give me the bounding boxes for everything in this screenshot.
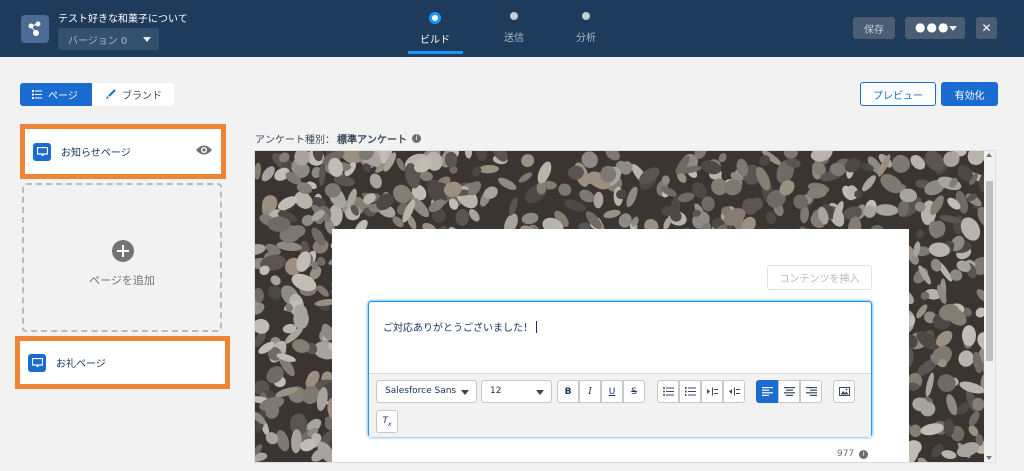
step-dot-icon bbox=[510, 12, 518, 20]
monitor-icon bbox=[28, 353, 46, 372]
italic-button[interactable]: I bbox=[579, 380, 601, 403]
editor-toolbar: Salesforce Sans 12 B I U S Tx bbox=[369, 373, 871, 437]
page-item-thanks[interactable]: お礼ページ bbox=[15, 336, 230, 389]
character-count-value: 977 bbox=[837, 449, 855, 459]
step-dot-icon bbox=[429, 12, 441, 24]
numbered-list-button[interactable] bbox=[679, 380, 701, 403]
bulleted-list-icon bbox=[662, 387, 674, 396]
step-send[interactable]: 送信 bbox=[479, 12, 549, 44]
vertical-scrollbar[interactable] bbox=[984, 151, 995, 462]
tab-brand-label: ブランド bbox=[122, 91, 162, 102]
indent-button[interactable] bbox=[701, 380, 723, 403]
step-analyze[interactable]: 分析 bbox=[551, 12, 621, 44]
page-item-notice[interactable]: お知らせページ bbox=[20, 124, 226, 179]
add-circle-icon bbox=[112, 240, 134, 262]
more-actions-button[interactable]: ●●● bbox=[905, 17, 965, 39]
editor-text-area[interactable]: ご対応ありがとうございました！ bbox=[383, 319, 537, 334]
step-analyze-label: 分析 bbox=[576, 33, 596, 44]
save-button[interactable]: 保存 bbox=[853, 17, 895, 39]
rich-text-editor[interactable]: ご対応ありがとうございました！ Salesforce Sans 12 B I U… bbox=[368, 301, 872, 437]
top-bar: テスト好きな和菓子について バージョン 0 ビルド 送信 分析 保存 ●●● ✕ bbox=[0, 0, 1024, 57]
scroll-down-icon[interactable] bbox=[986, 456, 992, 460]
outdent-button[interactable] bbox=[723, 380, 745, 403]
align-right-icon bbox=[805, 387, 817, 396]
underline-button[interactable]: U bbox=[601, 380, 623, 403]
clear-formatting-button[interactable]: Tx bbox=[376, 410, 398, 433]
scrollbar-thumb[interactable] bbox=[986, 181, 993, 361]
numbered-list-icon bbox=[684, 387, 696, 396]
survey-app-icon bbox=[21, 15, 49, 43]
monitor-icon bbox=[33, 142, 51, 161]
clear-formatting-icon: Tx bbox=[382, 415, 392, 428]
strikethrough-icon: S bbox=[631, 386, 637, 397]
tab-page-label: ページ bbox=[48, 91, 78, 102]
chevron-down-icon bbox=[461, 390, 469, 395]
strikethrough-button[interactable]: S bbox=[623, 380, 645, 403]
font-family-value: Salesforce Sans bbox=[385, 386, 457, 396]
align-center-button[interactable] bbox=[778, 380, 800, 403]
survey-type-prefix: アンケート種別： bbox=[255, 135, 335, 146]
align-right-button[interactable] bbox=[800, 380, 822, 403]
step-send-label: 送信 bbox=[504, 33, 524, 44]
survey-type-value: 標準アンケート bbox=[337, 135, 407, 146]
italic-icon: I bbox=[588, 386, 592, 397]
info-icon[interactable]: i bbox=[412, 134, 421, 143]
version-label: バージョン 0 bbox=[68, 36, 128, 47]
indent-icon bbox=[706, 387, 718, 396]
page-content-card: コンテンツを挿入 ご対応ありがとうございました！ Salesforce Sans… bbox=[332, 229, 909, 462]
survey-type: アンケート種別： 標準アンケート i bbox=[255, 131, 421, 146]
step-build[interactable]: ビルド bbox=[400, 12, 470, 46]
chevron-down-icon bbox=[536, 390, 544, 395]
font-family-select[interactable]: Salesforce Sans bbox=[376, 380, 477, 403]
preview-button[interactable]: プレビュー bbox=[860, 82, 936, 106]
text-cursor bbox=[536, 321, 537, 333]
chevron-down-icon bbox=[949, 26, 957, 31]
close-button[interactable]: ✕ bbox=[976, 17, 997, 39]
insert-image-button[interactable] bbox=[833, 380, 855, 403]
insert-content-button[interactable]: コンテンツを挿入 bbox=[767, 265, 872, 290]
bulleted-list-button[interactable] bbox=[657, 380, 679, 403]
tab-page[interactable]: ページ bbox=[20, 83, 92, 106]
outdent-icon bbox=[728, 387, 740, 396]
list-icon bbox=[32, 90, 42, 99]
more-dots-icon: ●●● bbox=[915, 20, 950, 34]
page-item-label: お知らせページ bbox=[61, 148, 131, 159]
page-preview-canvas: コンテンツを挿入 ご対応ありがとうございました！ Salesforce Sans… bbox=[254, 150, 996, 463]
image-icon bbox=[838, 387, 850, 396]
step-dot-icon bbox=[582, 12, 590, 20]
step-build-label: ビルド bbox=[420, 35, 450, 46]
info-icon[interactable]: i bbox=[859, 449, 869, 459]
eye-icon[interactable] bbox=[195, 141, 213, 160]
active-step-indicator bbox=[408, 51, 463, 54]
brush-icon bbox=[106, 89, 116, 99]
survey-title: テスト好きな和菓子について bbox=[58, 14, 188, 25]
align-left-icon bbox=[761, 387, 773, 396]
font-size-value: 12 bbox=[490, 386, 502, 396]
align-left-button[interactable] bbox=[756, 380, 778, 403]
add-page-label: ページを追加 bbox=[89, 274, 155, 287]
underline-icon: U bbox=[608, 386, 616, 397]
font-size-select[interactable]: 12 bbox=[481, 380, 552, 403]
bold-button[interactable]: B bbox=[557, 380, 579, 403]
version-select[interactable]: バージョン 0 bbox=[58, 28, 159, 50]
activate-button[interactable]: 有効化 bbox=[941, 82, 998, 106]
editor-text: ご対応ありがとうございました！ bbox=[383, 323, 533, 334]
add-page-button[interactable]: ページを追加 bbox=[22, 183, 222, 332]
bold-icon: B bbox=[564, 386, 572, 397]
page-item-label: お礼ページ bbox=[56, 359, 106, 370]
chevron-down-icon bbox=[143, 37, 151, 42]
scroll-up-icon[interactable] bbox=[986, 153, 992, 157]
character-count: 977 i bbox=[837, 449, 869, 459]
tab-brand[interactable]: ブランド bbox=[92, 83, 174, 106]
align-center-icon bbox=[783, 387, 795, 396]
